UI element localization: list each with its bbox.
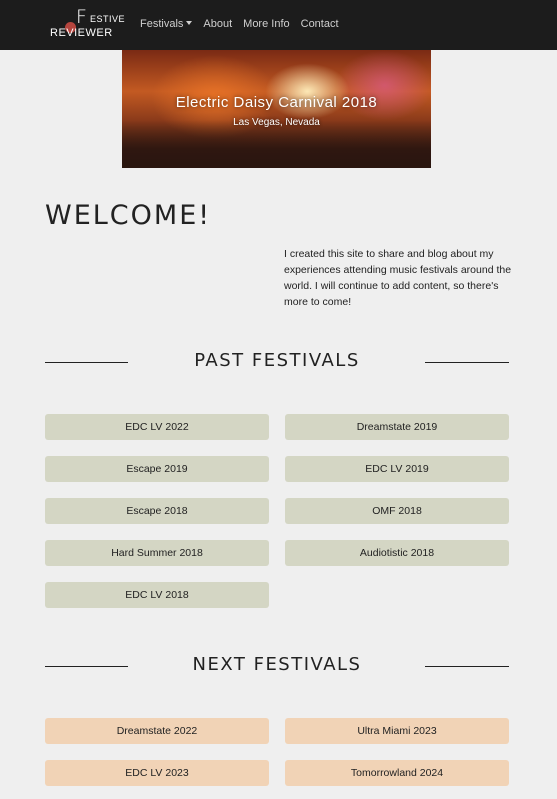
divider-right	[425, 666, 509, 667]
past-festivals-title: PAST FESTIVALS	[194, 350, 360, 371]
past-festival-button[interactable]: OMF 2018	[285, 498, 509, 524]
past-festival-button[interactable]: EDC LV 2019	[285, 456, 509, 482]
next-festivals-header: NEXT FESTIVALS	[45, 654, 509, 678]
nav-festivals-label: Festivals	[140, 18, 184, 30]
hero-subtitle: Las Vegas, Nevada	[233, 117, 320, 128]
hero-image: Electric Daisy Carnival 2018 Las Vegas, …	[122, 50, 431, 168]
next-festival-button[interactable]: EDC LV 2023	[45, 760, 269, 786]
brand-logo[interactable]: F ESTIVE REVIEWER	[50, 6, 126, 40]
logo-text-reviewer: REVIEWER	[50, 27, 113, 39]
welcome-heading: WELCOME!	[45, 200, 212, 231]
divider-right	[425, 362, 509, 363]
nav-links: Festivals About More Info Contact	[140, 17, 339, 33]
caret-down-icon	[186, 21, 193, 25]
past-festival-button[interactable]: EDC LV 2018	[45, 582, 269, 608]
nav-contact[interactable]: Contact	[301, 17, 339, 33]
intro-text: I created this site to share and blog ab…	[284, 248, 512, 308]
past-festival-button[interactable]: EDC LV 2022	[45, 414, 269, 440]
past-festival-button[interactable]: Dreamstate 2019	[285, 414, 509, 440]
past-festival-button[interactable]: Escape 2018	[45, 498, 269, 524]
next-festival-button[interactable]: Dreamstate 2022	[45, 718, 269, 744]
nav-about[interactable]: About	[203, 17, 232, 33]
nav-more-info[interactable]: More Info	[243, 17, 289, 33]
next-festival-button[interactable]: Tomorrowland 2024	[285, 760, 509, 786]
past-festivals-header: PAST FESTIVALS	[45, 350, 509, 374]
nav-festivals-dropdown[interactable]: Festivals	[140, 17, 193, 33]
navbar: F ESTIVE REVIEWER Festivals About More I…	[0, 0, 557, 50]
hero-title: Electric Daisy Carnival 2018	[175, 94, 378, 111]
next-festivals-title: NEXT FESTIVALS	[192, 654, 362, 675]
past-festival-button[interactable]: Escape 2019	[45, 456, 269, 482]
past-festival-button[interactable]: Hard Summer 2018	[45, 540, 269, 566]
past-festival-button[interactable]: Audiotistic 2018	[285, 540, 509, 566]
logo-letter-f: F	[76, 6, 87, 28]
logo-text-estive: ESTIVE	[90, 14, 126, 24]
next-festival-button[interactable]: Ultra Miami 2023	[285, 718, 509, 744]
